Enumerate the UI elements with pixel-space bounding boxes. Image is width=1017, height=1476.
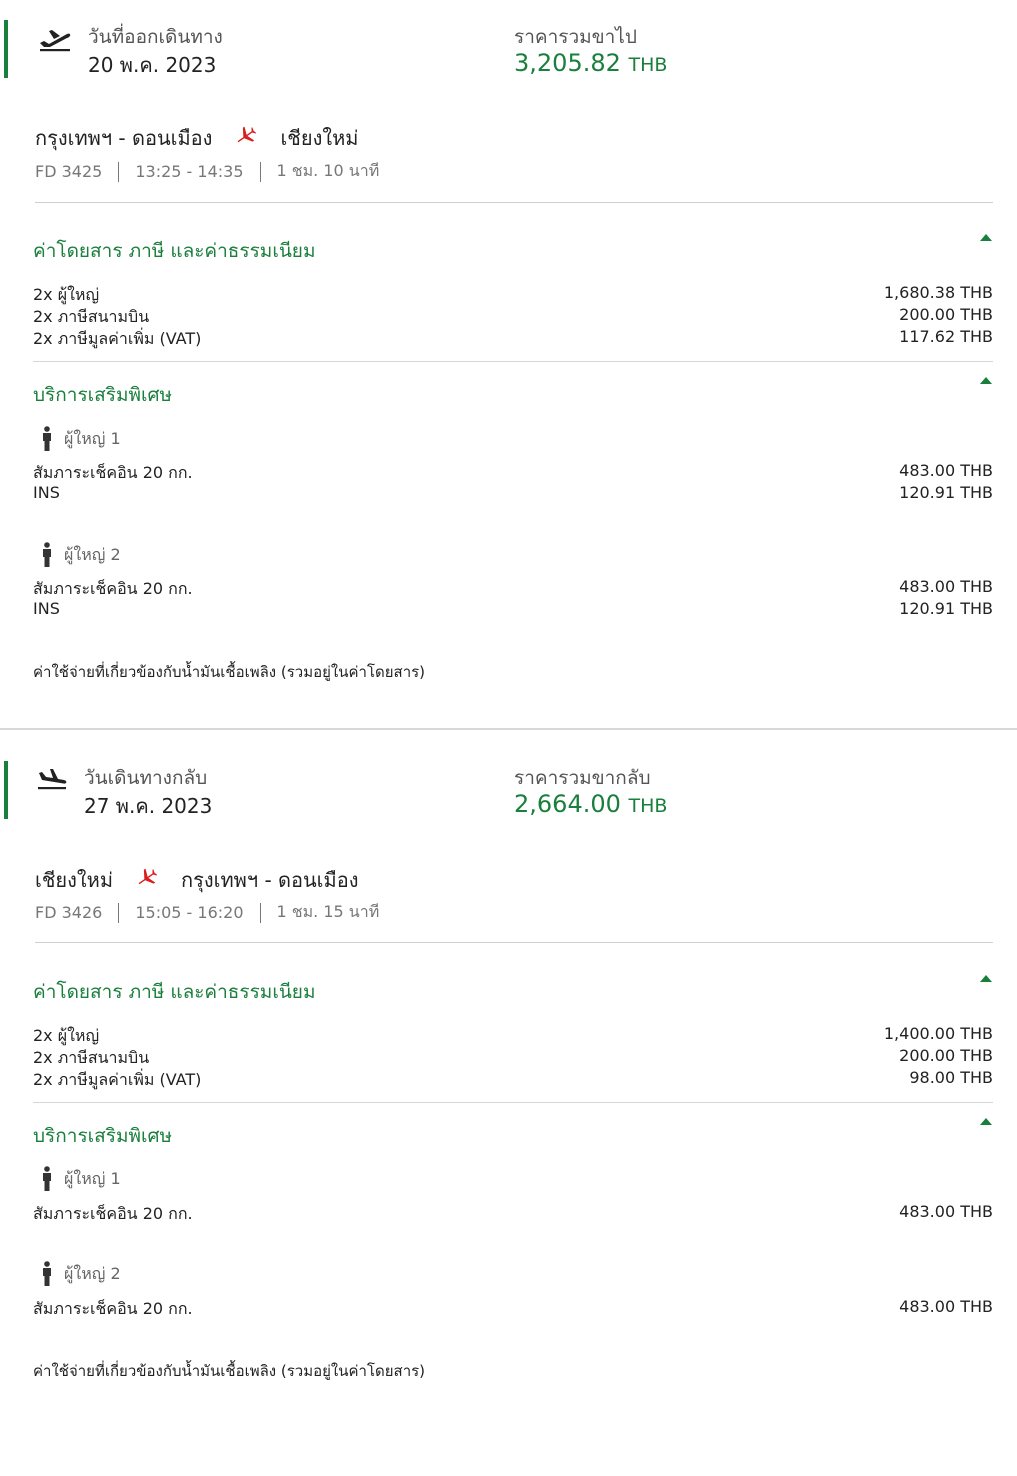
fare-amount: 200.00 THB <box>899 1046 993 1065</box>
fare-row: 2x ภาษีสนามบิน 200.00 THB <box>33 1046 993 1068</box>
return-total-label: ราคารวมขากลับ <box>514 767 651 789</box>
collapse-extras-caret-icon[interactable] <box>980 1118 992 1125</box>
fare-row: 2x ภาษีมูลค่าเพิ่ม (VAT) 98.00 THB <box>33 1068 993 1090</box>
outbound-total-label: ราคารวมขาไป <box>514 26 637 48</box>
return-origin: เชียงใหม่ <box>35 868 114 892</box>
outbound-flight-time: 13:25 - 14:35 <box>135 162 244 181</box>
extra-row: สัมภาระเช็คอิน 20 กก. 483.00 THB <box>33 577 993 599</box>
passenger-name: ผู้ใหญ่ 1 <box>64 428 121 448</box>
passenger-name: ผู้ใหญ่ 2 <box>64 1263 121 1283</box>
person-icon <box>43 1261 51 1286</box>
extra-amount: 483.00 THB <box>899 577 993 596</box>
outbound-flight-duration: 1 ชม. 10 นาที <box>276 161 380 180</box>
return-fares-title: ค่าโดยสาร ภาษี และค่าธรรมเนียม <box>33 981 316 1003</box>
fare-row: 2x ผู้ใหญ่ 1,400.00 THB <box>33 1024 993 1046</box>
fare-row: 2x ภาษีสนามบิน 200.00 THB <box>33 305 993 327</box>
extra-row: สัมภาระเช็คอิน 20 กก. 483.00 THB <box>33 1297 993 1319</box>
departure-date-label: วันที่ออกเดินทาง <box>88 26 223 48</box>
passenger-name: ผู้ใหญ่ 2 <box>64 544 121 564</box>
outbound-flight-meta: FD 3425 13:25 - 14:35 1 ชม. 10 นาที <box>35 159 379 184</box>
departure-date: 20 พ.ค. 2023 <box>88 53 217 77</box>
outbound-destination: เชียงใหม่ <box>280 126 359 150</box>
return-total-currency: THB <box>628 795 668 817</box>
outbound-total-currency: THB <box>628 54 668 76</box>
divider <box>35 202 993 203</box>
person-icon <box>43 1166 51 1191</box>
meta-separator <box>118 902 120 923</box>
fuel-note: ค่าใช้จ่ายที่เกี่ยวข้องกับน้ำมันเชื้อเพล… <box>33 1362 426 1380</box>
extra-amount: 483.00 THB <box>899 1202 993 1221</box>
fare-amount: 98.00 THB <box>909 1068 993 1087</box>
outbound-fares-title: ค่าโดยสาร ภาษี และค่าธรรมเนียม <box>33 240 316 262</box>
outbound-total-amount: 3,205.82 <box>514 49 621 77</box>
return-total-amount: 2,664.00 <box>514 790 621 818</box>
outbound-origin: กรุงเทพฯ - ดอนเมือง <box>35 126 213 150</box>
section-separator <box>0 728 1017 730</box>
extra-amount: 120.91 THB <box>899 483 993 502</box>
return-flight-duration: 1 ชม. 15 นาที <box>276 902 380 921</box>
fare-amount: 1,680.38 THB <box>883 283 993 302</box>
plane-icon <box>135 867 158 894</box>
departure-icon <box>38 26 72 56</box>
divider <box>33 361 993 362</box>
fuel-note: ค่าใช้จ่ายที่เกี่ยวข้องกับน้ำมันเชื้อเพล… <box>33 663 426 681</box>
passenger-header: ผู้ใหญ่ 2 <box>40 542 121 568</box>
return-route: เชียงใหม่ กรุงเทพฯ - ดอนเมือง <box>35 864 358 896</box>
meta-separator <box>118 161 120 182</box>
fare-label: 2x ภาษีมูลค่าเพิ่ม (VAT) <box>33 1070 202 1089</box>
extra-row: INS 120.91 THB <box>33 483 993 505</box>
return-flight-meta: FD 3426 15:05 - 16:20 1 ชม. 15 นาที <box>35 900 379 925</box>
passenger-header: ผู้ใหญ่ 2 <box>40 1261 121 1287</box>
person-icon <box>43 426 51 451</box>
fare-amount: 117.62 THB <box>899 327 993 346</box>
outbound-total-price: 3,205.82 THB <box>514 49 667 77</box>
fare-label: 2x ภาษีมูลค่าเพิ่ม (VAT) <box>33 329 202 348</box>
return-date: 27 พ.ค. 2023 <box>84 794 213 818</box>
fare-amount: 1,400.00 THB <box>883 1024 993 1043</box>
divider <box>33 1102 993 1103</box>
outbound-extras-title: บริการเสริมพิเศษ <box>33 384 173 406</box>
return-extras-title: บริการเสริมพิเศษ <box>33 1125 173 1147</box>
extra-label: INS <box>33 599 60 618</box>
return-accent-bar <box>4 761 8 819</box>
extra-amount: 120.91 THB <box>899 599 993 618</box>
passenger-name: ผู้ใหญ่ 1 <box>64 1168 121 1188</box>
fare-row: 2x ผู้ใหญ่ 1,680.38 THB <box>33 283 993 305</box>
return-flight-time: 15:05 - 16:20 <box>135 903 244 922</box>
return-date-label: วันเดินทางกลับ <box>84 767 208 789</box>
arrival-icon <box>36 766 68 794</box>
extra-label: INS <box>33 483 60 502</box>
outbound-accent-bar <box>4 20 8 78</box>
plane-icon <box>234 125 257 152</box>
outbound-route: กรุงเทพฯ - ดอนเมือง เชียงใหม่ <box>35 122 358 154</box>
extra-row: สัมภาระเช็คอิน 20 กก. 483.00 THB <box>33 1202 993 1224</box>
meta-separator <box>259 902 261 923</box>
fare-amount: 200.00 THB <box>899 305 993 324</box>
extra-row: INS 120.91 THB <box>33 599 993 621</box>
extra-amount: 483.00 THB <box>899 461 993 480</box>
extra-label: สัมภาระเช็คอิน 20 กก. <box>33 1299 193 1318</box>
collapse-fares-caret-icon[interactable] <box>980 234 992 241</box>
fare-row: 2x ภาษีมูลค่าเพิ่ม (VAT) 117.62 THB <box>33 327 993 349</box>
divider <box>35 942 993 943</box>
extra-row: สัมภาระเช็คอิน 20 กก. 483.00 THB <box>33 461 993 483</box>
passenger-header: ผู้ใหญ่ 1 <box>40 1166 121 1192</box>
meta-separator <box>259 161 261 182</box>
outbound-flight-number: FD 3425 <box>35 162 103 181</box>
collapse-extras-caret-icon[interactable] <box>980 377 992 384</box>
return-flight-number: FD 3426 <box>35 903 103 922</box>
extra-label: สัมภาระเช็คอิน 20 กก. <box>33 1204 193 1223</box>
person-icon <box>43 542 51 567</box>
extra-amount: 483.00 THB <box>899 1297 993 1316</box>
return-destination: กรุงเทพฯ - ดอนเมือง <box>181 868 359 892</box>
collapse-fares-caret-icon[interactable] <box>980 975 992 982</box>
return-total-price: 2,664.00 THB <box>514 790 667 818</box>
passenger-header: ผู้ใหญ่ 1 <box>40 426 121 452</box>
